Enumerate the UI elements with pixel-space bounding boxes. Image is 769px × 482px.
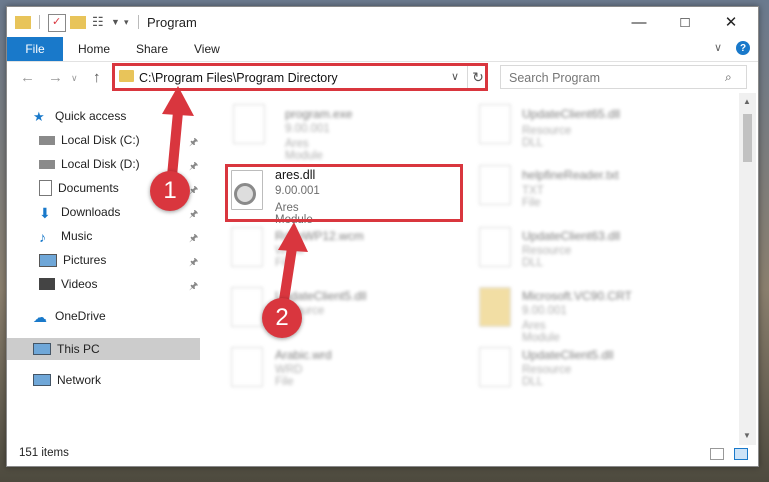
callout-arrows <box>162 86 308 305</box>
callout-badge-2: 2 <box>262 298 302 338</box>
callout-badge-1: 1 <box>150 171 190 211</box>
